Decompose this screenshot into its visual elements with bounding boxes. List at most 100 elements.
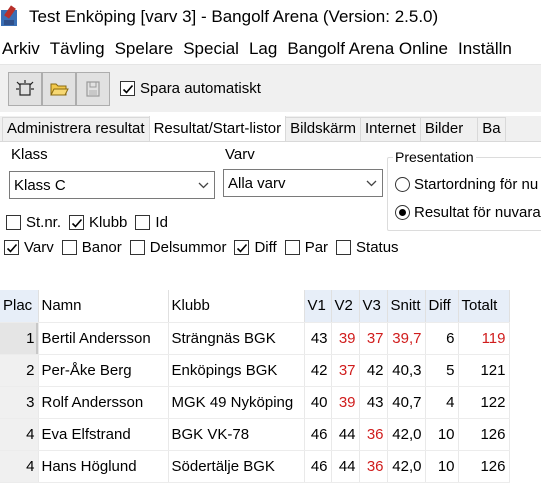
toggle-klubb[interactable]: Klubb: [69, 214, 127, 231]
cell-plac: 4: [0, 418, 39, 451]
menu-special[interactable]: Special: [183, 39, 239, 59]
checkbox-id[interactable]: [135, 215, 151, 230]
open-folder-icon: [50, 83, 69, 95]
radio-resultat[interactable]: [395, 205, 410, 220]
label-diff: Diff: [254, 239, 277, 256]
checkbox-par[interactable]: [284, 240, 300, 255]
label-st-nr: St.nr.: [26, 214, 62, 231]
header-totalt[interactable]: Totalt: [458, 290, 510, 323]
app-icon: [1, 5, 23, 28]
table-row[interactable]: 2 Per-Åke Berg Enköpings BGK 42 37 42 40,3 5 121: [0, 354, 510, 387]
menu-arkiv[interactable]: Arkiv: [2, 39, 40, 59]
chevron-down-icon: [192, 172, 214, 198]
checkbox-status[interactable]: [336, 240, 352, 255]
title-bar: Test Enköping [varv 3] - Bangolf Arena (…: [0, 0, 541, 34]
cell-v2: 39: [331, 322, 360, 355]
menu-lag[interactable]: Lag: [249, 39, 277, 59]
autosave-checkbox[interactable]: [120, 81, 135, 96]
toggle-status[interactable]: Status: [336, 239, 399, 256]
checkbox-diff[interactable]: [234, 240, 250, 255]
chevron-down-icon: [360, 170, 382, 196]
checkmark-icon: [122, 84, 133, 94]
autosave-toggle[interactable]: Spara automatiskt: [120, 80, 261, 97]
cell-v3: 43: [359, 386, 388, 419]
toggle-varv[interactable]: Varv: [4, 239, 54, 256]
results-panel: Klass Klass C Varv Alla varv Presentatio…: [0, 142, 541, 485]
presentation-legend: Presentation: [393, 149, 476, 165]
cell-diff: 6: [425, 322, 459, 355]
menu-tavling[interactable]: Tävling: [50, 39, 105, 59]
checkbox-delsummor[interactable]: [129, 240, 145, 255]
tab-ba[interactable]: Ba: [477, 117, 506, 141]
cell-v1: 43: [304, 322, 332, 355]
cell-diff: 10: [425, 450, 459, 483]
cell-snitt: 40,7: [387, 386, 426, 419]
toggle-st-nr[interactable]: St.nr.: [6, 214, 61, 231]
table-row[interactable]: 3 Rolf Andersson MGK 49 Nyköping 40 39 43 40,7…: [0, 386, 510, 419]
header-namn[interactable]: Namn: [38, 290, 169, 323]
header-plac[interactable]: Plac: [0, 290, 39, 323]
menu-bar: Arkiv Tävling Spelare Special Lag Bangol…: [0, 34, 541, 64]
cell-namn: Hans Höglund: [38, 450, 169, 483]
toggle-delsummor[interactable]: Delsummor: [129, 239, 227, 256]
cell-snitt: 40,3: [387, 354, 426, 387]
menu-spelare[interactable]: Spelare: [115, 39, 174, 59]
toggle-id[interactable]: Id: [135, 214, 168, 231]
table-row[interactable]: 4 Hans Höglund Södertälje BGK 46 44 36 42,0 10 1…: [0, 450, 510, 483]
checkbox-klubb[interactable]: [69, 215, 85, 230]
header-v1[interactable]: V1: [304, 290, 332, 323]
cell-namn: Bertil Andersson: [38, 322, 169, 355]
checkbox-banor[interactable]: [61, 240, 77, 255]
toggle-par[interactable]: Par: [284, 239, 328, 256]
header-v3[interactable]: V3: [359, 290, 388, 323]
cell-klubb: Strängnäs BGK: [168, 322, 305, 355]
table-row[interactable]: 4 Eva Elfstrand BGK VK-78 46 44 36 42,0 10 126: [0, 418, 510, 451]
cell-snitt: 42,0: [387, 418, 426, 451]
save-button[interactable]: [76, 71, 110, 106]
label-klubb: Klubb: [89, 214, 128, 231]
klass-value: Klass C: [14, 176, 66, 194]
label-delsummor: Delsummor: [149, 239, 227, 256]
tab-internet[interactable]: Internet: [359, 117, 421, 141]
toolbar: Spara automatiskt: [0, 64, 541, 112]
presentation-option-startordning[interactable]: Startordning för nu: [395, 176, 538, 193]
table-row[interactable]: 1 Bertil Andersson Strängnäs BGK 43 39 37 39,7…: [0, 322, 510, 355]
save-disk-icon: [86, 80, 100, 97]
toggle-diff[interactable]: Diff: [234, 239, 277, 256]
klass-select[interactable]: Klass C: [9, 171, 215, 199]
checkbox-varv[interactable]: [4, 240, 19, 255]
header-snitt[interactable]: Snitt: [387, 290, 426, 323]
header-diff[interactable]: Diff: [425, 290, 459, 323]
radio-startordning[interactable]: [395, 177, 410, 192]
label-varv: Varv: [24, 239, 54, 256]
cell-plac: 1: [0, 322, 39, 355]
varv-select[interactable]: Alla varv: [223, 169, 383, 197]
cell-namn: Eva Elfstrand: [38, 418, 169, 451]
toggle-banor[interactable]: Banor: [61, 239, 122, 256]
header-klubb[interactable]: Klubb: [168, 290, 305, 323]
cell-totalt: 126: [458, 450, 510, 483]
tab-administrera-resultat[interactable]: Administrera resultat: [2, 117, 150, 141]
cell-v3: 36: [359, 418, 388, 451]
new-button[interactable]: [8, 71, 42, 106]
label-id: Id: [155, 214, 168, 231]
label-status: Status: [356, 239, 399, 256]
results-table: Plac Namn Klubb V1 V2 V3 Snitt Diff Tota…: [0, 290, 510, 483]
radio-resultat-label: Resultat för nuvara: [414, 204, 541, 221]
tab-bilder[interactable]: Bilder: [419, 117, 479, 141]
tab-bildskarm[interactable]: Bildskärm: [285, 117, 361, 141]
tab-strip: Administrera resultat Resultat/Start-lis…: [0, 116, 541, 142]
tab-resultat-start-listor[interactable]: Resultat/Start-listor: [148, 116, 287, 141]
menu-bangolf-arena-online[interactable]: Bangolf Arena Online: [287, 39, 448, 59]
header-v2[interactable]: V2: [331, 290, 360, 323]
table-header-row: Plac Namn Klubb V1 V2 V3 Snitt Diff Tota…: [0, 290, 510, 323]
menu-installningar[interactable]: Inställn: [458, 39, 512, 59]
cell-totalt: 121: [458, 354, 510, 387]
presentation-option-resultat[interactable]: Resultat för nuvara: [395, 204, 541, 221]
checkmark-icon: [71, 218, 82, 228]
cell-v1: 42: [304, 354, 332, 387]
open-button[interactable]: [42, 71, 76, 106]
checkbox-st-nr[interactable]: [6, 215, 21, 230]
cell-v2: 44: [331, 418, 360, 451]
label-banor: Banor: [81, 239, 122, 256]
